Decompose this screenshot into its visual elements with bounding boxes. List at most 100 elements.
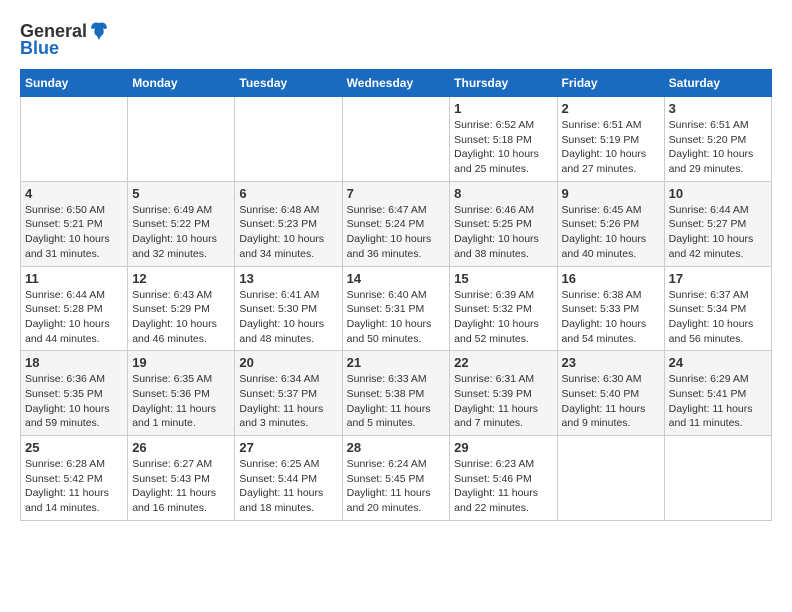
day-info: Sunrise: 6:38 AMSunset: 5:33 PMDaylight:… [562,288,660,347]
calendar-cell: 23 Sunrise: 6:30 AMSunset: 5:40 PMDayligh… [557,351,664,436]
day-number: 8 [454,186,552,201]
day-number: 12 [132,271,230,286]
day-number: 13 [239,271,337,286]
calendar-header-wednesday: Wednesday [342,70,450,97]
day-number: 4 [25,186,123,201]
calendar-cell: 24 Sunrise: 6:29 AMSunset: 5:41 PMDayligh… [664,351,771,436]
day-info: Sunrise: 6:29 AMSunset: 5:41 PMDaylight:… [669,372,767,431]
day-number: 5 [132,186,230,201]
calendar-cell [21,97,128,182]
calendar-cell: 25 Sunrise: 6:28 AMSunset: 5:42 PMDayligh… [21,436,128,521]
logo: General Blue [20,20,110,59]
day-info: Sunrise: 6:31 AMSunset: 5:39 PMDaylight:… [454,372,552,431]
day-number: 11 [25,271,123,286]
logo-blue-text: Blue [20,38,59,59]
day-info: Sunrise: 6:39 AMSunset: 5:32 PMDaylight:… [454,288,552,347]
day-number: 28 [347,440,446,455]
calendar-cell: 17Sunrise: 6:37 AMSunset: 5:34 PMDayligh… [664,266,771,351]
calendar-cell: 18 Sunrise: 6:36 AMSunset: 5:35 PMDayligh… [21,351,128,436]
day-number: 29 [454,440,552,455]
day-info: Sunrise: 6:45 AMSunset: 5:26 PMDaylight:… [562,203,660,262]
calendar-cell: 1Sunrise: 6:52 AMSunset: 5:18 PMDaylight… [450,97,557,182]
day-number: 2 [562,101,660,116]
calendar-cell [342,97,450,182]
day-info: Sunrise: 6:23 AMSunset: 5:46 PMDaylight:… [454,457,552,516]
calendar-cell: 27Sunrise: 6:25 AMSunset: 5:44 PMDayligh… [235,436,342,521]
day-info: Sunrise: 6:33 AMSunset: 5:38 PMDaylight:… [347,372,446,431]
header: General Blue [20,20,772,59]
calendar-cell: 9 Sunrise: 6:45 AMSunset: 5:26 PMDaylight… [557,181,664,266]
day-info: Sunrise: 6:46 AMSunset: 5:25 PMDaylight:… [454,203,552,262]
day-info: Sunrise: 6:24 AMSunset: 5:45 PMDaylight:… [347,457,446,516]
calendar-header-monday: Monday [128,70,235,97]
calendar-cell: 15 Sunrise: 6:39 AMSunset: 5:32 PMDayligh… [450,266,557,351]
calendar-cell: 20 Sunrise: 6:34 AMSunset: 5:37 PMDayligh… [235,351,342,436]
day-info: Sunrise: 6:49 AMSunset: 5:22 PMDaylight:… [132,203,230,262]
calendar-week-row: 4 Sunrise: 6:50 AMSunset: 5:21 PMDaylight… [21,181,772,266]
calendar-cell: 19 Sunrise: 6:35 AMSunset: 5:36 PMDayligh… [128,351,235,436]
calendar-cell: 14Sunrise: 6:40 AMSunset: 5:31 PMDayligh… [342,266,450,351]
calendar-cell [557,436,664,521]
calendar-cell: 8 Sunrise: 6:46 AMSunset: 5:25 PMDaylight… [450,181,557,266]
calendar-week-row: 18 Sunrise: 6:36 AMSunset: 5:35 PMDayligh… [21,351,772,436]
calendar-cell: 10 Sunrise: 6:44 AMSunset: 5:27 PMDayligh… [664,181,771,266]
calendar-header-friday: Friday [557,70,664,97]
day-info: Sunrise: 6:48 AMSunset: 5:23 PMDaylight:… [239,203,337,262]
calendar-cell: 11 Sunrise: 6:44 AMSunset: 5:28 PMDayligh… [21,266,128,351]
day-number: 10 [669,186,767,201]
day-info: Sunrise: 6:43 AMSunset: 5:29 PMDaylight:… [132,288,230,347]
day-info: Sunrise: 6:30 AMSunset: 5:40 PMDaylight:… [562,372,660,431]
day-info: Sunrise: 6:37 AMSunset: 5:34 PMDaylight:… [669,288,767,347]
day-info: Sunrise: 6:41 AMSunset: 5:30 PMDaylight:… [239,288,337,347]
calendar-week-row: 1Sunrise: 6:52 AMSunset: 5:18 PMDaylight… [21,97,772,182]
calendar-cell: 13 Sunrise: 6:41 AMSunset: 5:30 PMDayligh… [235,266,342,351]
day-number: 22 [454,355,552,370]
calendar-cell [235,97,342,182]
day-info: Sunrise: 6:35 AMSunset: 5:36 PMDaylight:… [132,372,230,431]
day-number: 23 [562,355,660,370]
day-info: Sunrise: 6:44 AMSunset: 5:28 PMDaylight:… [25,288,123,347]
calendar-cell: 4 Sunrise: 6:50 AMSunset: 5:21 PMDaylight… [21,181,128,266]
calendar-cell: 12 Sunrise: 6:43 AMSunset: 5:29 PMDayligh… [128,266,235,351]
calendar-header-row: SundayMondayTuesdayWednesdayThursdayFrid… [21,70,772,97]
calendar-cell: 28 Sunrise: 6:24 AMSunset: 5:45 PMDayligh… [342,436,450,521]
day-info: Sunrise: 6:51 AMSunset: 5:20 PMDaylight:… [669,118,767,177]
day-info: Sunrise: 6:28 AMSunset: 5:42 PMDaylight:… [25,457,123,516]
calendar-cell: 3 Sunrise: 6:51 AMSunset: 5:20 PMDaylight… [664,97,771,182]
day-info: Sunrise: 6:34 AMSunset: 5:37 PMDaylight:… [239,372,337,431]
calendar-cell [664,436,771,521]
day-number: 24 [669,355,767,370]
day-number: 14 [347,271,446,286]
day-info: Sunrise: 6:36 AMSunset: 5:35 PMDaylight:… [25,372,123,431]
calendar-cell: 26Sunrise: 6:27 AMSunset: 5:43 PMDayligh… [128,436,235,521]
day-number: 18 [25,355,123,370]
day-number: 15 [454,271,552,286]
calendar-week-row: 25 Sunrise: 6:28 AMSunset: 5:42 PMDayligh… [21,436,772,521]
calendar-header-sunday: Sunday [21,70,128,97]
day-info: Sunrise: 6:44 AMSunset: 5:27 PMDaylight:… [669,203,767,262]
day-info: Sunrise: 6:50 AMSunset: 5:21 PMDaylight:… [25,203,123,262]
calendar-cell: 5 Sunrise: 6:49 AMSunset: 5:22 PMDaylight… [128,181,235,266]
day-number: 26 [132,440,230,455]
calendar-cell: 21Sunrise: 6:33 AMSunset: 5:38 PMDayligh… [342,351,450,436]
day-number: 27 [239,440,337,455]
calendar-week-row: 11 Sunrise: 6:44 AMSunset: 5:28 PMDayligh… [21,266,772,351]
calendar-header-tuesday: Tuesday [235,70,342,97]
day-number: 25 [25,440,123,455]
day-info: Sunrise: 6:47 AMSunset: 5:24 PMDaylight:… [347,203,446,262]
day-number: 3 [669,101,767,116]
calendar-cell: 22 Sunrise: 6:31 AMSunset: 5:39 PMDayligh… [450,351,557,436]
day-number: 16 [562,271,660,286]
calendar-cell [128,97,235,182]
day-number: 20 [239,355,337,370]
calendar-cell: 7Sunrise: 6:47 AMSunset: 5:24 PMDaylight… [342,181,450,266]
calendar-cell: 29 Sunrise: 6:23 AMSunset: 5:46 PMDayligh… [450,436,557,521]
day-number: 9 [562,186,660,201]
calendar-cell: 2Sunrise: 6:51 AMSunset: 5:19 PMDaylight… [557,97,664,182]
day-number: 6 [239,186,337,201]
calendar-cell: 16 Sunrise: 6:38 AMSunset: 5:33 PMDayligh… [557,266,664,351]
calendar: SundayMondayTuesdayWednesdayThursdayFrid… [20,69,772,521]
day-number: 1 [454,101,552,116]
logo-bird-icon [88,20,110,42]
day-number: 19 [132,355,230,370]
